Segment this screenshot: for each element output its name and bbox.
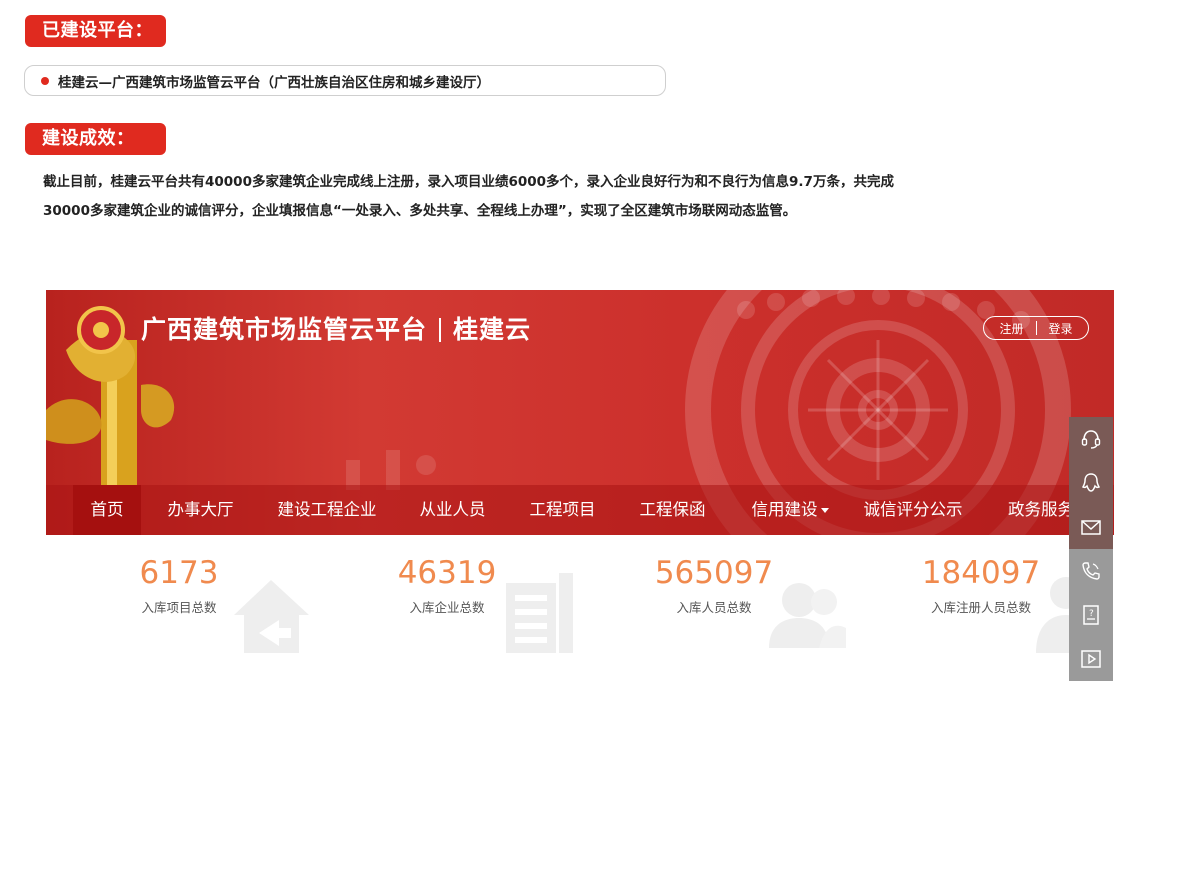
nav-item-credit[interactable]: 信用建设 — [740, 485, 840, 535]
nav-item-credit-score[interactable]: 诚信评分公示 — [854, 485, 972, 535]
nav-item-projects[interactable]: 工程项目 — [520, 485, 605, 535]
stat-personnel-label: 入库人员总数 — [676, 600, 752, 615]
effect-description: 截止目前，桂建云平台共有40000多家建筑企业完成线上注册，录入项目业绩6000… — [43, 168, 943, 225]
auth-separator — [1035, 321, 1037, 335]
chat-icon — [1081, 473, 1101, 492]
chevron-down-icon — [820, 508, 829, 513]
guide-icon: ? — [1083, 605, 1099, 625]
phone-button[interactable] — [1069, 549, 1113, 593]
stat-registered-label: 入库注册人员总数 — [930, 600, 1031, 615]
login-link[interactable]: 登录 — [1049, 320, 1073, 337]
stat-enterprise-label: 入库企业总数 — [409, 600, 485, 615]
site-title: 广西建筑市场监管云平台 桂建云 — [141, 310, 531, 350]
register-link[interactable]: 注册 — [999, 320, 1023, 337]
nav-item-enterprises[interactable]: 建设工程企业 — [268, 485, 386, 535]
site-title-main: 广西建筑市场监管云平台 — [141, 315, 428, 344]
video-icon — [1081, 650, 1101, 668]
guide-button[interactable]: ? — [1069, 593, 1113, 637]
nav-item-practitioners[interactable]: 从业人员 — [410, 485, 495, 535]
description-line-2: 30000多家建筑企业的诚信评分，企业填报信息“一处录入、多处共享、全程线上办理… — [43, 202, 797, 219]
nav-item-guarantee[interactable]: 工程保函 — [630, 485, 715, 535]
video-button[interactable] — [1069, 637, 1113, 681]
nav-item-credit-label: 信用建设 — [751, 500, 818, 519]
mail-icon — [1081, 520, 1101, 535]
nav-item-service-hall[interactable]: 办事大厅 — [158, 485, 243, 535]
floating-toolbar: ? — [1069, 417, 1113, 681]
bullet-icon — [41, 76, 49, 85]
stat-personnel-count: 565097 — [654, 555, 774, 591]
site-title-brand: 桂建云 — [453, 315, 532, 344]
nav-item-home[interactable]: 首页 — [73, 485, 141, 535]
svg-text:?: ? — [1089, 609, 1094, 619]
stat-registered-count: 184097 — [921, 555, 1041, 591]
stat-enterprise-count: 46319 — [397, 555, 497, 591]
auth-pill: 注册 登录 — [983, 316, 1089, 340]
customer-service-button[interactable] — [1069, 417, 1113, 461]
stat-project-count: 6173 — [139, 555, 219, 591]
stats-panel: 6173 入库项目总数 46319 入库企业总数 565097 入库人员总数 1… — [46, 535, 1114, 680]
qq-chat-button[interactable] — [1069, 461, 1113, 505]
phone-icon — [1082, 562, 1100, 580]
section-title-effect: 建设成效： — [25, 123, 166, 155]
email-button[interactable] — [1069, 505, 1113, 549]
site-banner: 广西建筑市场监管云平台 桂建云 注册 登录 首页 办事大厅 建设工程企业 从业人… — [46, 290, 1114, 535]
description-line-1: 截止目前，桂建云平台共有40000多家建筑企业完成线上注册，录入项目业绩6000… — [43, 174, 894, 190]
site-screenshot: 广西建筑市场监管云平台 桂建云 注册 登录 首页 办事大厅 建设工程企业 从业人… — [46, 290, 1114, 680]
section-title-built: 已建设平台： — [25, 15, 166, 47]
main-nav: 首页 办事大厅 建设工程企业 从业人员 工程项目 工程保函 信用建设 诚信评分公… — [46, 485, 1114, 535]
platform-item: 桂建云—广西建筑市场监管云平台（广西壮族自治区住房和城乡建设厅） — [24, 65, 666, 96]
headset-icon — [1081, 430, 1101, 449]
platform-name: 桂建云—广西建筑市场监管云平台（广西壮族自治区住房和城乡建设厅） — [58, 74, 490, 91]
title-separator — [439, 318, 442, 342]
stat-project-label: 入库项目总数 — [141, 600, 217, 615]
